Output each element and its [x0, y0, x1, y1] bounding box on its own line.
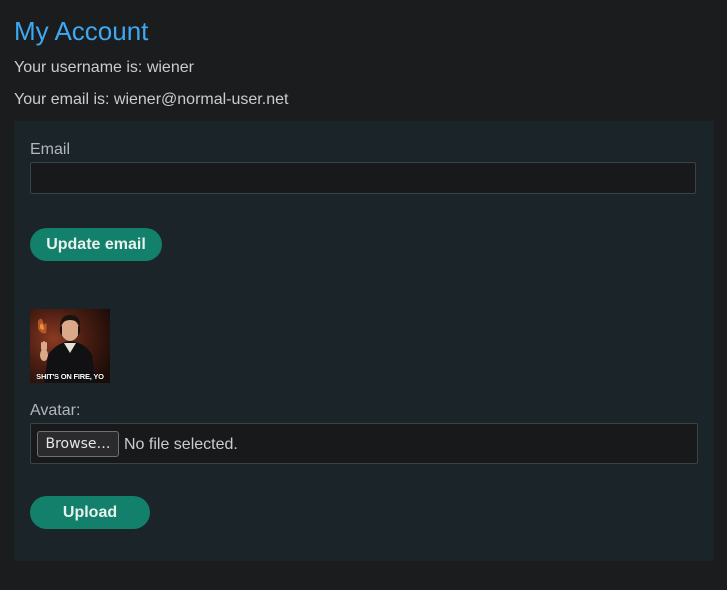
avatar-label: Avatar:	[30, 402, 81, 419]
email-input[interactable]	[30, 162, 696, 194]
update-email-button[interactable]: Update email	[30, 228, 162, 261]
email-text: Your email is: wiener@normal-user.net	[14, 91, 289, 108]
upload-button[interactable]: Upload	[30, 496, 150, 529]
username-text: Your username is: wiener	[14, 59, 194, 76]
page-title: My Account	[14, 16, 149, 46]
avatar-file-input[interactable]: Browse… No file selected.	[30, 423, 698, 464]
email-label: Email	[30, 141, 71, 158]
browse-button[interactable]: Browse…	[37, 431, 119, 457]
file-status-text: No file selected.	[124, 436, 238, 453]
account-page: My Account Your username is: wiener Your…	[0, 0, 727, 590]
account-panel: Email Update email SHIT'S ON FIRE, YO Av…	[14, 121, 714, 561]
avatar-image: SHIT'S ON FIRE, YO	[30, 309, 110, 383]
avatar-image-caption: SHIT'S ON FIRE, YO	[36, 372, 104, 381]
